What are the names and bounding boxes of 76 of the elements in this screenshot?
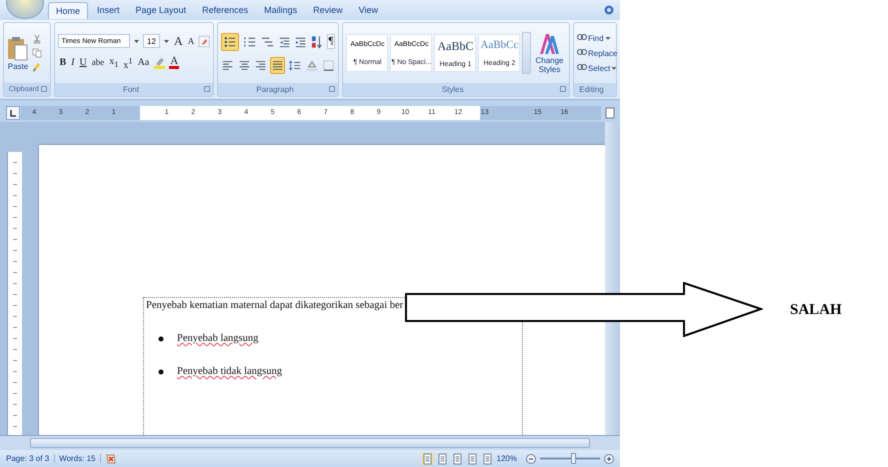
font-size-field[interactable]: 12 (143, 34, 160, 48)
tool-icon (577, 48, 587, 58)
zoom-in-icon[interactable] (604, 454, 614, 464)
group-label: Paragraph (256, 85, 294, 94)
launcher-icon[interactable] (204, 86, 210, 92)
clipboard-icon (7, 36, 29, 62)
font-color-button[interactable]: A (169, 56, 180, 70)
zoom-level[interactable]: 120% (496, 454, 522, 463)
scissors-icon[interactable] (32, 34, 42, 44)
copy-icon[interactable] (32, 48, 42, 58)
bullet-icon (158, 368, 164, 374)
format-button[interactable]: U (78, 56, 88, 70)
proofing-icon[interactable] (105, 452, 118, 464)
ribbon-tab[interactable]: Mailings (257, 2, 304, 18)
line-spacing-icon[interactable] (288, 58, 302, 72)
styles-icon (538, 32, 560, 56)
align-icon[interactable] (270, 56, 286, 74)
paragraph: Penyebab kematian maternal dapat dikategorikan sebagai ber (146, 300, 404, 311)
ribbon-tab[interactable]: View (352, 2, 385, 18)
horizontal-scrollbar[interactable] (0, 435, 620, 450)
borders-icon[interactable] (322, 58, 336, 72)
format-button[interactable]: B (58, 56, 68, 70)
editing-button[interactable]: Find (577, 33, 611, 43)
tool-icon (577, 33, 587, 43)
editing-button[interactable]: Replace (577, 48, 618, 58)
group-label: Styles (442, 85, 464, 94)
page-count[interactable]: Page: 3 of 3 (6, 454, 56, 463)
tool-icon (577, 63, 587, 73)
group-label: Font (122, 85, 139, 94)
caret-icon[interactable] (163, 38, 170, 44)
word-count[interactable]: Words: 15 (59, 454, 102, 463)
change-styles-button[interactable]: Change Styles (533, 32, 566, 74)
brush-icon[interactable] (32, 62, 42, 72)
vertical-scrollbar[interactable] (605, 122, 620, 435)
annotation-label: SALAH (790, 302, 842, 319)
view-button[interactable] (422, 452, 433, 464)
view-ruler-icon[interactable] (605, 107, 615, 119)
format-button[interactable]: abe (90, 56, 106, 70)
format-button[interactable]: x$_{1}$ (108, 54, 120, 71)
format-button[interactable]: Aa (136, 56, 150, 70)
ribbon-tab[interactable]: References (195, 2, 256, 18)
bullets-icon[interactable] (221, 32, 239, 50)
caret-icon (611, 66, 618, 70)
styles-scrollbar[interactable] (522, 32, 532, 74)
tab-stop-icon (9, 109, 17, 117)
format-button[interactable]: I (70, 56, 76, 70)
sort-icon[interactable] (310, 34, 324, 50)
launcher-icon[interactable] (41, 86, 48, 92)
zoom-thumb[interactable] (571, 453, 576, 464)
ribbon-tab[interactable]: Page Layout (128, 2, 194, 18)
caret-icon[interactable] (133, 38, 140, 44)
eraser-icon[interactable] (198, 34, 210, 48)
help-icon[interactable] (604, 5, 614, 15)
list-item: Penyebab langsung (177, 333, 258, 344)
view-button[interactable] (466, 452, 478, 464)
bullet-icon (158, 336, 164, 342)
ribbon-tab[interactable]: Home (48, 2, 88, 18)
launcher-icon[interactable] (560, 86, 566, 92)
zoom-out-icon[interactable] (526, 454, 536, 464)
font-size-button[interactable]: A (173, 34, 184, 48)
list-item: Penyebab tidak langsung (177, 366, 282, 377)
view-button[interactable] (452, 452, 463, 464)
ribbon-tab[interactable]: Review (306, 2, 350, 18)
paste-button[interactable]: Paste (7, 36, 29, 70)
format-button[interactable]: x$^{1}$ (122, 54, 134, 72)
editing-button[interactable]: Select (577, 63, 618, 73)
ribbon-tab[interactable]: Insert (90, 2, 127, 18)
launcher-icon[interactable] (329, 86, 336, 92)
font-size-button[interactable]: A (186, 34, 196, 48)
show-marks-button[interactable]: ¶ (326, 34, 336, 49)
caret-icon (604, 36, 611, 40)
group-label: Editing (579, 85, 604, 94)
highlighter-icon[interactable] (153, 56, 166, 70)
view-button[interactable] (436, 452, 448, 464)
tab-stop-selector[interactable] (6, 106, 20, 120)
view-button[interactable] (482, 452, 493, 464)
